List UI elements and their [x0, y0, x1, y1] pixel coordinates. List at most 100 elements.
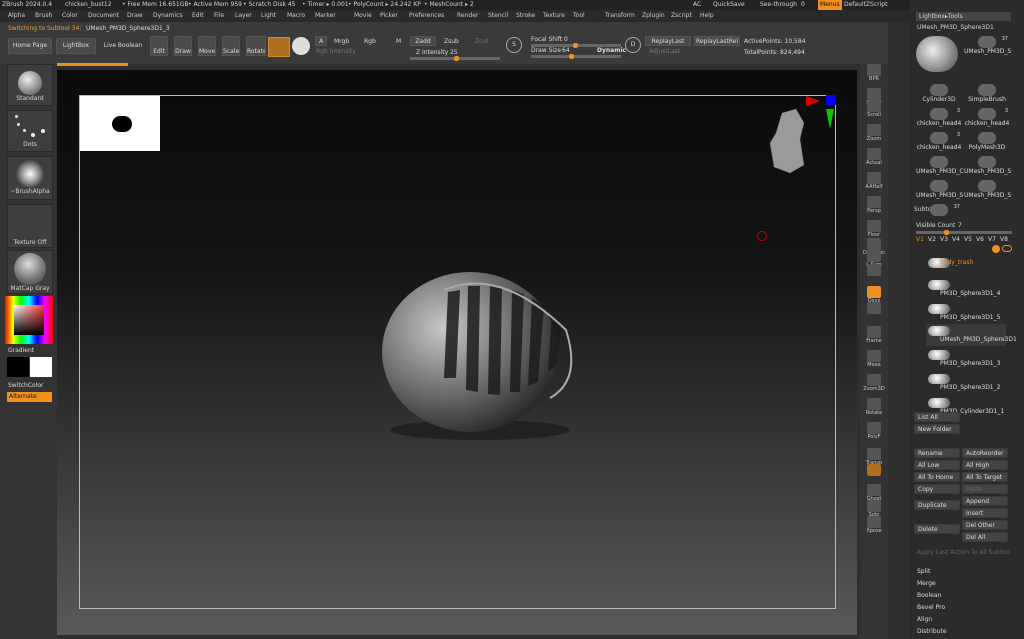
all-high-button[interactable]: All High — [962, 460, 1008, 470]
lightbox-tools-button[interactable]: Lightbox▸Tools — [916, 12, 1011, 21]
copy-button[interactable]: Copy — [914, 484, 960, 494]
rgb-button[interactable]: Rgb — [364, 38, 376, 45]
subtool-item[interactable]: PM3D_Sphere3D1_2 — [926, 372, 1006, 394]
3d-mesh-model[interactable] — [370, 260, 600, 440]
visible-count-slider[interactable] — [916, 230, 1012, 235]
menu-stroke[interactable]: Stroke — [516, 10, 535, 22]
focal-shift-label[interactable]: Focal Shift — [531, 36, 562, 43]
shelf-zoom3d-15[interactable]: Zoom3D — [863, 374, 885, 398]
shelf-rotate-16[interactable]: Rotate — [863, 398, 885, 422]
zsub-button[interactable]: Zsub — [444, 38, 459, 45]
mrgb-button[interactable]: Mrgb — [334, 38, 349, 45]
menu-zplugin[interactable]: Zplugin — [642, 10, 665, 22]
menu-zscript[interactable]: Zscript — [671, 10, 692, 22]
tool-thumb[interactable]: 37 — [916, 204, 962, 227]
menu-layer[interactable]: Layer — [235, 10, 252, 22]
paste-button[interactable]: Paste — [962, 484, 1008, 494]
version-v6[interactable]: V6 — [976, 236, 984, 243]
draw-button[interactable]: Draw — [174, 36, 192, 56]
settings-gear-icon[interactable] — [992, 245, 1000, 253]
subtool-item[interactable]: PM3D_Sphere3D1_5 — [926, 302, 1006, 324]
version-v7[interactable]: V7 — [988, 236, 996, 243]
menu-draw[interactable]: Draw — [127, 10, 143, 22]
menu-transform[interactable]: Transform — [605, 10, 635, 22]
menus-button[interactable]: Menus — [818, 0, 842, 10]
draw-size-slider[interactable] — [531, 54, 621, 59]
current-tool-thumbnail[interactable] — [916, 36, 958, 72]
shelf-move-14[interactable]: Move — [863, 350, 885, 374]
tool-thumb[interactable]: UMesh_PM3D_S — [964, 156, 1011, 179]
shelf-persp-6[interactable]: Persp — [863, 196, 885, 220]
version-v1[interactable]: V1 — [916, 236, 924, 243]
duplicate-button[interactable]: Duplicate — [914, 500, 960, 510]
rename-button[interactable]: Rename — [914, 448, 960, 458]
menu-movie[interactable]: Movie — [354, 10, 372, 22]
list-all-button[interactable]: List All — [914, 412, 960, 422]
all-to-target-button[interactable]: All To Target — [962, 472, 1008, 482]
rotate-button[interactable]: Rotate — [246, 36, 266, 56]
alternate-button[interactable]: Alternate — [7, 392, 52, 402]
draw-size-label[interactable]: Draw Size — [531, 47, 561, 54]
del-all-button[interactable]: Del All — [962, 532, 1008, 542]
default-zscript[interactable]: DefaultZScript — [844, 0, 887, 10]
see-through-label[interactable]: See-through — [760, 0, 797, 10]
tool-thumb[interactable]: UMesh_PM3D_S 37 — [964, 36, 1011, 59]
del-other-button[interactable]: Del Other — [962, 520, 1008, 530]
tool-thumb[interactable]: UMesh_PM3D_C — [916, 156, 964, 179]
scale-button[interactable]: Scale — [222, 36, 240, 56]
apply-last-action-label[interactable]: Apply Last Action To All Subtoo — [914, 548, 1014, 558]
replay-last-rel-button[interactable]: ReplayLastRel — [694, 36, 740, 46]
subtool-item[interactable]: UMesh_PM3D_Sphere3D1 — [926, 324, 1017, 346]
all-low-button[interactable]: All Low — [914, 460, 960, 470]
subtool-item[interactable]: PM3D_Sphere3D1_4 — [926, 278, 1006, 300]
quicksave-button[interactable]: QuickSave — [713, 0, 745, 10]
menu-preferences[interactable]: Preferences — [409, 10, 444, 22]
split-button[interactable]: Split — [914, 567, 1014, 577]
rgb-intensity-label[interactable]: Rgb Intensity — [316, 48, 356, 55]
home-page-button[interactable]: Home Page — [8, 38, 52, 54]
zcut-button[interactable]: Zcut — [475, 38, 489, 45]
tool-thumb[interactable]: chicken_head4 3 — [916, 132, 962, 155]
color-picker[interactable] — [5, 296, 53, 344]
texture-tile[interactable]: Texture Off — [7, 204, 53, 248]
tool-thumb[interactable]: SimpleBrush — [964, 84, 1010, 107]
visibility-eye-icon[interactable] — [1002, 245, 1012, 252]
menu-dynamics[interactable]: Dynamics — [153, 10, 183, 22]
bevel-pro-button[interactable]: Bevel Pro — [914, 603, 1014, 613]
shelf-scroll-2[interactable]: Scroll — [863, 100, 885, 124]
subtool-item[interactable]: PM3D_Sphere3D1_3 — [926, 348, 1006, 370]
menu-edit[interactable]: Edit — [192, 10, 204, 22]
distribute-button[interactable]: Distribute — [914, 627, 1014, 637]
menu-help[interactable]: Help — [700, 10, 714, 22]
stroke-tile[interactable]: Dots — [7, 110, 53, 152]
version-v8[interactable]: V8 — [1000, 236, 1008, 243]
menu-color[interactable]: Color — [62, 10, 78, 22]
tool-thumb[interactable]: PolyMesh3D — [964, 132, 1010, 155]
shelf-bpr-0[interactable]: BPR — [863, 64, 885, 88]
version-v4[interactable]: V4 — [952, 236, 960, 243]
d-icon[interactable]: D — [625, 37, 641, 53]
menu-document[interactable]: Document — [88, 10, 119, 22]
material-swatch[interactable] — [268, 37, 290, 57]
live-boolean-button[interactable]: Live Boolean — [100, 38, 146, 54]
menu-file[interactable]: File — [214, 10, 224, 22]
shelf-frame-13[interactable]: Frame — [863, 326, 885, 350]
version-v5[interactable]: V5 — [964, 236, 972, 243]
shelf-icon-10[interactable] — [863, 264, 885, 288]
switch-color-button[interactable]: SwitchColor — [8, 382, 44, 389]
menu-light[interactable]: Light — [261, 10, 276, 22]
menu-picker[interactable]: Picker — [380, 10, 398, 22]
a-button[interactable]: A — [315, 36, 327, 46]
menu-tool[interactable]: Tool — [573, 10, 585, 22]
shelf-icon-12[interactable] — [863, 302, 885, 326]
menu-macro[interactable]: Macro — [287, 10, 305, 22]
z-intensity-slider[interactable] — [410, 56, 500, 61]
shelf-aahalf-5[interactable]: AAHalf — [863, 172, 885, 196]
menu-alpha[interactable]: Alpha — [8, 10, 25, 22]
z-intensity-label[interactable]: Z Intensity — [416, 49, 448, 56]
m-button[interactable]: M — [396, 38, 401, 45]
auto-reorder-button[interactable]: AutoReorder — [962, 448, 1008, 458]
material-tile[interactable]: MatCap Gray — [7, 250, 53, 294]
stroke-swatch[interactable] — [292, 37, 310, 55]
menu-brush[interactable]: Brush — [35, 10, 52, 22]
